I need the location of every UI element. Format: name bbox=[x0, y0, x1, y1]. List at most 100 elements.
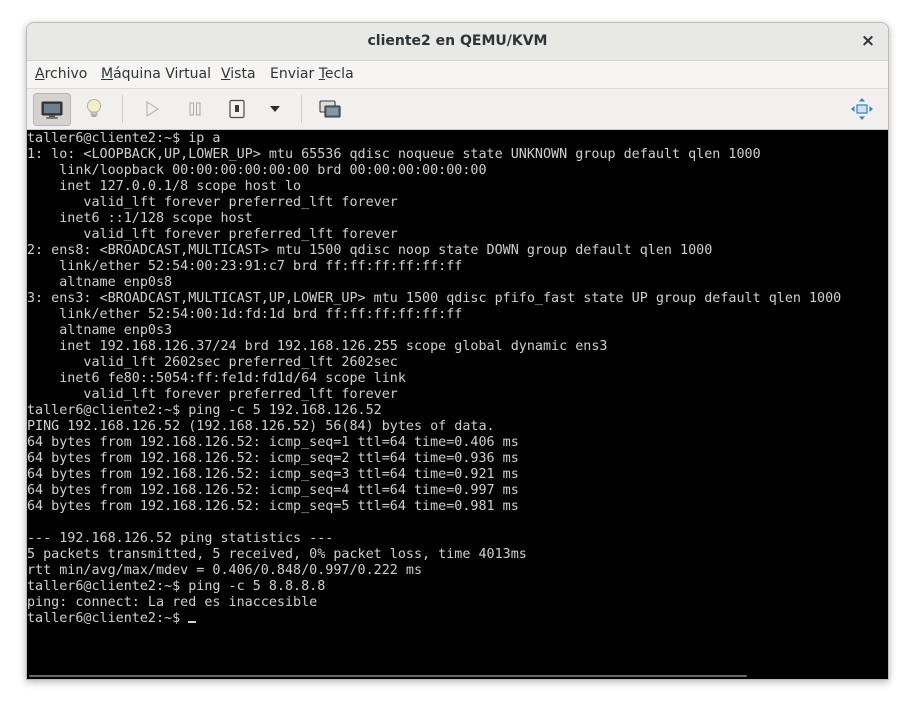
terminal-line: valid_lft forever preferred_lft forever bbox=[27, 387, 841, 403]
terminal-line: inet6 ::1/128 scope host bbox=[27, 211, 841, 227]
fullscreen-button[interactable] bbox=[847, 93, 877, 124]
terminal-line-text: link/loopback 00:00:00:00:00:00 brd 00:0… bbox=[27, 163, 487, 178]
terminal-line: taller6@cliente2:~$ bbox=[27, 611, 841, 627]
terminal-line-text: PING 192.168.126.52 (192.168.126.52) 56(… bbox=[27, 419, 495, 434]
terminal-line-text: inet 127.0.0.1/8 scope host lo bbox=[27, 179, 302, 194]
terminal-line: 64 bytes from 192.168.126.52: icmp_seq=2… bbox=[27, 451, 841, 467]
snapshots-button[interactable] bbox=[315, 93, 345, 124]
window-title: cliente2 en QEMU/KVM bbox=[367, 33, 548, 49]
terminal-line: ping: connect: La red es inaccesible bbox=[27, 595, 841, 611]
menu-enviar-tecla-label-pre: Enviar bbox=[270, 66, 319, 82]
terminal-line-text: --- 192.168.126.52 ping statistics --- bbox=[27, 531, 334, 546]
terminal-line: inet6 fe80::5054:ff:fe1d:fd1d/64 scope l… bbox=[27, 371, 841, 387]
terminal-line-text: 3: ens3: <BROADCAST,MULTICAST,UP,LOWER_U… bbox=[27, 291, 842, 306]
terminal-line: 64 bytes from 192.168.126.52: icmp_seq=1… bbox=[27, 435, 841, 451]
terminal-line: altname enp0s8 bbox=[27, 275, 841, 291]
toolbar-separator bbox=[122, 95, 123, 123]
pause-icon bbox=[189, 102, 201, 115]
menu-vista-mnemonic: V bbox=[221, 66, 231, 82]
terminal-line-text: valid_lft forever preferred_lft forever bbox=[27, 227, 398, 242]
terminal-line: altname enp0s3 bbox=[27, 323, 841, 339]
console-view-button[interactable] bbox=[33, 93, 71, 126]
terminal-line: 64 bytes from 192.168.126.52: icmp_seq=3… bbox=[27, 467, 841, 483]
horizontal-scrollbar[interactable] bbox=[29, 675, 747, 677]
terminal-line: --- 192.168.126.52 ping statistics --- bbox=[27, 531, 841, 547]
shutdown-menu-button[interactable] bbox=[264, 93, 286, 124]
power-icon bbox=[229, 99, 245, 118]
details-view-button[interactable] bbox=[79, 93, 109, 124]
terminal-line-text: 2: ens8: <BROADCAST,MULTICAST> mtu 1500 … bbox=[27, 243, 713, 258]
terminal-line: taller6@cliente2:~$ ping -c 5 8.8.8.8 bbox=[27, 579, 841, 595]
titlebar[interactable]: cliente2 en QEMU/KVM × bbox=[27, 23, 888, 61]
terminal-line-text: inet6 fe80::5054:ff:fe1d:fd1d/64 scope l… bbox=[27, 371, 406, 386]
toolbar-separator bbox=[301, 95, 302, 123]
terminal-line: valid_lft 2602sec preferred_lft 2602sec bbox=[27, 355, 841, 371]
terminal-line-text: inet6 ::1/128 scope host bbox=[27, 211, 253, 226]
terminal-output: taller6@cliente2:~$ ip a 1: lo: <LOOPBACK… bbox=[27, 131, 841, 627]
menu-archivo-mnemonic: A bbox=[35, 66, 45, 82]
menu-vista-label: ista bbox=[230, 66, 256, 82]
chevron-down-icon bbox=[270, 105, 280, 112]
terminal-line-text: valid_lft forever preferred_lft forever bbox=[27, 195, 398, 210]
terminal-line-text: inet 192.168.126.37/24 brd 192.168.126.2… bbox=[27, 339, 608, 354]
terminal-line-text: 64 bytes from 192.168.126.52: icmp_seq=5… bbox=[27, 499, 519, 514]
terminal-line-text: valid_lft forever preferred_lft forever bbox=[27, 387, 398, 402]
terminal-line: rtt min/avg/max/mdev = 0.406/0.848/0.997… bbox=[27, 563, 841, 579]
terminal-line: taller6@cliente2:~$ ping -c 5 192.168.12… bbox=[27, 403, 841, 419]
terminal-line-text: link/ether 52:54:00:1d:fd:1d brd ff:ff:f… bbox=[27, 307, 463, 322]
menu-enviar-tecla-label: ecla bbox=[324, 66, 354, 82]
terminal-line: inet 127.0.0.1/8 scope host lo bbox=[27, 179, 841, 195]
shutdown-button[interactable] bbox=[224, 93, 250, 124]
close-icon: × bbox=[860, 31, 876, 51]
terminal-line: taller6@cliente2:~$ ip a bbox=[27, 131, 841, 147]
play-icon bbox=[146, 100, 159, 117]
terminal-line-text: 64 bytes from 192.168.126.52: icmp_seq=1… bbox=[27, 435, 519, 450]
pause-button[interactable] bbox=[181, 93, 209, 124]
terminal-line: 5 packets transmitted, 5 received, 0% pa… bbox=[27, 547, 841, 563]
snapshots-icon bbox=[319, 99, 341, 118]
menu-enviar-tecla[interactable]: Enviar Tecla bbox=[270, 61, 354, 88]
terminal-line: link/ether 52:54:00:23:91:c7 brd ff:ff:f… bbox=[27, 259, 841, 275]
fullscreen-icon bbox=[851, 97, 873, 120]
virt-viewer-window: cliente2 en QEMU/KVM × Archivo Máquina V… bbox=[26, 22, 889, 680]
terminal-line-text: 64 bytes from 192.168.126.52: icmp_seq=4… bbox=[27, 483, 519, 498]
menubar: Archivo Máquina Virtual Vista Enviar Tec… bbox=[27, 61, 888, 89]
terminal-line-text: altname enp0s8 bbox=[27, 275, 173, 290]
terminal-line-text: taller6@cliente2:~$ ping -c 5 8.8.8.8 bbox=[27, 579, 326, 594]
terminal-line: 2: ens8: <BROADCAST,MULTICAST> mtu 1500 … bbox=[27, 243, 841, 259]
terminal-line-text: taller6@cliente2:~$ ping -c 5 192.168.12… bbox=[27, 403, 382, 418]
terminal-line: 1: lo: <LOOPBACK,UP,LOWER_UP> mtu 65536 … bbox=[27, 147, 841, 163]
terminal-line: 3: ens3: <BROADCAST,MULTICAST,UP,LOWER_U… bbox=[27, 291, 841, 307]
terminal-line-text: 1: lo: <LOOPBACK,UP,LOWER_UP> mtu 65536 … bbox=[27, 147, 761, 162]
menu-maquina-virtual-mnemonic: M bbox=[101, 66, 114, 82]
terminal-line-text: rtt min/avg/max/mdev = 0.406/0.848/0.997… bbox=[27, 563, 423, 578]
menu-vista[interactable]: Vista bbox=[221, 61, 256, 88]
terminal-line: inet 192.168.126.37/24 brd 192.168.126.2… bbox=[27, 339, 841, 355]
terminal-line-text: 64 bytes from 192.168.126.52: icmp_seq=3… bbox=[27, 467, 519, 482]
terminal-line-text: 5 packets transmitted, 5 received, 0% pa… bbox=[27, 547, 527, 562]
terminal-line: 64 bytes from 192.168.126.52: icmp_seq=4… bbox=[27, 483, 841, 499]
terminal-line: link/loopback 00:00:00:00:00:00 brd 00:0… bbox=[27, 163, 841, 179]
terminal-line-text: valid_lft 2602sec preferred_lft 2602sec bbox=[27, 355, 398, 370]
terminal-cursor bbox=[188, 621, 197, 623]
menu-archivo[interactable]: Archivo bbox=[35, 61, 87, 88]
terminal-line-text: 64 bytes from 192.168.126.52: icmp_seq=2… bbox=[27, 451, 519, 466]
vm-console-display[interactable]: taller6@cliente2:~$ ip a 1: lo: <LOOPBACK… bbox=[27, 130, 888, 679]
terminal-line: valid_lft forever preferred_lft forever bbox=[27, 195, 841, 211]
terminal-line-text: altname enp0s3 bbox=[27, 323, 173, 338]
terminal-line: link/ether 52:54:00:1d:fd:1d brd ff:ff:f… bbox=[27, 307, 841, 323]
toolbar bbox=[27, 89, 888, 130]
terminal-line: valid_lft forever preferred_lft forever bbox=[27, 227, 841, 243]
run-button[interactable] bbox=[138, 93, 166, 124]
close-button[interactable]: × bbox=[858, 31, 878, 51]
terminal-line-text: ping: connect: La red es inaccesible bbox=[27, 595, 318, 610]
menu-maquina-virtual[interactable]: Máquina Virtual bbox=[101, 61, 211, 88]
terminal-line-text: link/ether 52:54:00:23:91:c7 brd ff:ff:f… bbox=[27, 259, 463, 274]
terminal-line: PING 192.168.126.52 (192.168.126.52) 56(… bbox=[27, 419, 841, 435]
monitor-icon bbox=[41, 101, 63, 119]
terminal-line: 64 bytes from 192.168.126.52: icmp_seq=5… bbox=[27, 499, 841, 515]
lightbulb-icon bbox=[87, 98, 101, 117]
terminal-line-text: taller6@cliente2:~$ ip a bbox=[27, 131, 221, 146]
menu-archivo-label: rchivo bbox=[44, 66, 88, 82]
